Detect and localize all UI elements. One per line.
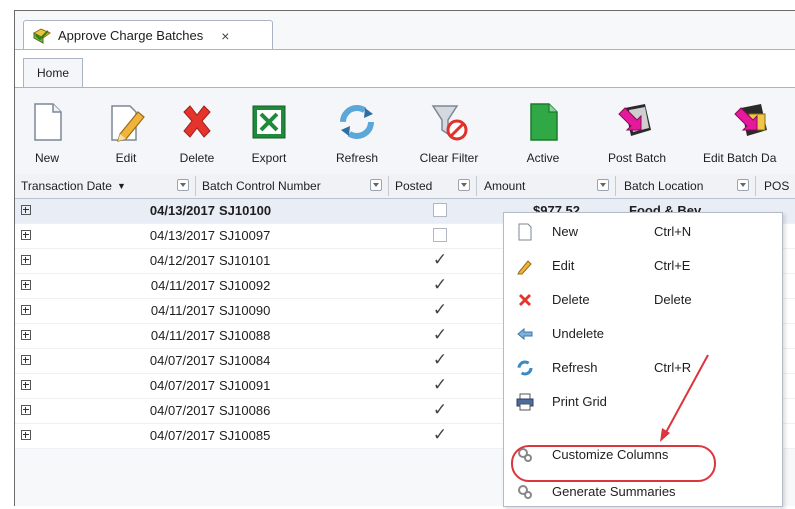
annotation-highlight-oval [511, 445, 716, 482]
annotation-arrow [660, 354, 709, 442]
